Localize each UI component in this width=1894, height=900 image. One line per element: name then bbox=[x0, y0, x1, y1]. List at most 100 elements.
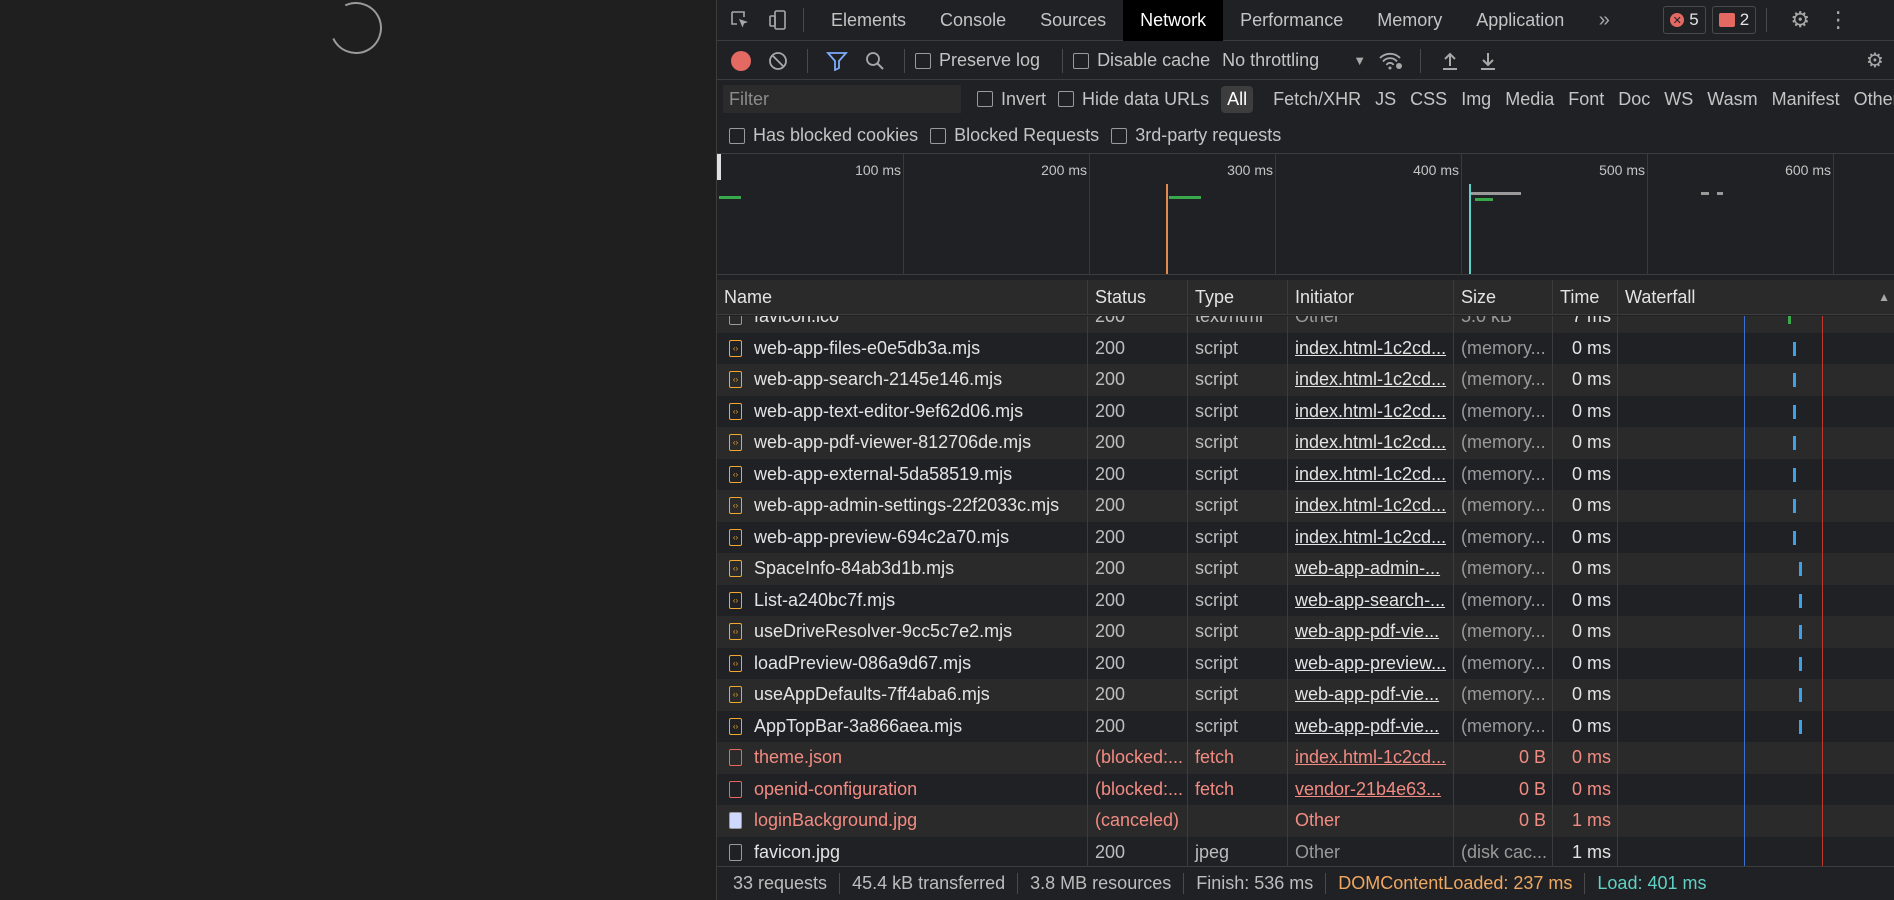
request-name-cell[interactable]: ‹› SpaceInfo-84ab3d1b.mjs bbox=[717, 553, 1088, 585]
table-row[interactable]: loginBackground.jpg (canceled) Other 0 B1 m… bbox=[717, 805, 1894, 837]
request-initiator-cell[interactable]: index.html-1c2cd... bbox=[1288, 332, 1454, 364]
request-table-body[interactable]: favicon.ico 200 text/html Other 5.0 kB 7 ms ‹›… bbox=[717, 316, 1894, 866]
filter-type-all[interactable]: All bbox=[1221, 85, 1254, 113]
request-name-cell[interactable]: favicon.ico bbox=[717, 316, 1088, 333]
tab-network[interactable]: Network bbox=[1123, 0, 1224, 41]
export-har-icon[interactable] bbox=[1475, 48, 1501, 74]
checkbox-box[interactable] bbox=[930, 127, 947, 144]
filter-type-js[interactable]: JS bbox=[1369, 86, 1402, 113]
checkbox-box[interactable] bbox=[1111, 127, 1128, 144]
table-row[interactable]: ‹› List-a240bc7f.mjs 200 script web-app-sear… bbox=[717, 584, 1894, 616]
column-header-waterfall[interactable]: Waterfall ▲ bbox=[1618, 280, 1894, 315]
column-header-status[interactable]: Status bbox=[1088, 279, 1188, 315]
blocked-requests-checkbox[interactable]: Blocked Requests bbox=[930, 125, 1099, 146]
record-button[interactable] bbox=[731, 50, 751, 71]
request-initiator-cell[interactable]: index.html-1c2cd... bbox=[1288, 395, 1454, 427]
table-row[interactable]: ‹› useAppDefaults-7ff4aba6.mjs 200 script we… bbox=[717, 679, 1894, 711]
table-row[interactable]: ‹› web-app-preview-694c2a70.mjs 200 script i… bbox=[717, 521, 1894, 553]
table-row[interactable]: ‹› web-app-pdf-viewer-812706de.mjs 200 scri… bbox=[717, 427, 1894, 459]
request-name-cell[interactable]: ‹› web-app-pdf-viewer-812706de.mjs bbox=[717, 427, 1088, 459]
column-header-name[interactable]: Name bbox=[717, 279, 1088, 315]
request-initiator-cell[interactable]: index.html-1c2cd... bbox=[1288, 364, 1454, 396]
request-name-cell[interactable]: ‹› web-app-text-editor-9ef62d06.mjs bbox=[717, 395, 1088, 427]
tab-application[interactable]: Application bbox=[1459, 0, 1581, 41]
has-blocked-cookies-checkbox[interactable]: Has blocked cookies bbox=[729, 125, 918, 146]
settings-gear-icon[interactable]: ⚙ bbox=[1785, 5, 1815, 35]
tab-sources[interactable]: Sources bbox=[1023, 0, 1123, 41]
filter-type-wasm[interactable]: Wasm bbox=[1701, 86, 1763, 113]
column-header-time[interactable]: Time bbox=[1553, 279, 1618, 315]
request-name-cell[interactable]: ‹› web-app-preview-694c2a70.mjs bbox=[717, 521, 1088, 553]
tab-performance[interactable]: Performance bbox=[1223, 0, 1360, 41]
more-options-icon[interactable]: ⋮ bbox=[1823, 5, 1853, 35]
request-name-cell[interactable]: ‹› web-app-external-5da58519.mjs bbox=[717, 458, 1088, 490]
device-toolbar-icon[interactable] bbox=[763, 5, 793, 35]
hide-data-urls-checkbox[interactable]: Hide data URLs bbox=[1058, 89, 1209, 110]
table-row[interactable]: ‹› loadPreview-086a9d67.mjs 200 script web-a… bbox=[717, 647, 1894, 679]
table-row[interactable]: ‹› web-app-search-2145e146.mjs 200 script in… bbox=[717, 364, 1894, 396]
search-icon[interactable] bbox=[862, 48, 888, 74]
table-row[interactable]: ‹› SpaceInfo-84ab3d1b.mjs 200 script web-app… bbox=[717, 553, 1894, 585]
filter-type-css[interactable]: CSS bbox=[1404, 86, 1453, 113]
table-row[interactable]: favicon.jpg 200 jpeg Other (disk cac... 1 ms bbox=[717, 836, 1894, 866]
request-name-cell[interactable]: ‹› web-app-search-2145e146.mjs bbox=[717, 364, 1088, 396]
request-name-cell[interactable]: openid-configuration bbox=[717, 773, 1088, 805]
checkbox-box[interactable] bbox=[729, 127, 745, 144]
request-name-cell[interactable]: ‹› web-app-admin-settings-22f2033c.mjs bbox=[717, 490, 1088, 522]
request-name-cell[interactable]: ‹› loadPreview-086a9d67.mjs bbox=[717, 647, 1088, 679]
tab-elements[interactable]: Elements bbox=[814, 0, 923, 41]
request-name-cell[interactable]: ‹› useAppDefaults-7ff4aba6.mjs bbox=[717, 679, 1088, 711]
request-initiator-cell[interactable]: web-app-pdf-vie... bbox=[1288, 710, 1454, 742]
table-row[interactable]: ‹› web-app-external-5da58519.mjs 200 script… bbox=[717, 458, 1894, 490]
filter-icon[interactable] bbox=[824, 48, 850, 74]
request-initiator-cell[interactable]: web-app-search-... bbox=[1288, 584, 1454, 616]
request-name-cell[interactable]: ‹› AppTopBar-3a866aea.mjs bbox=[717, 710, 1088, 742]
invert-checkbox[interactable]: Invert bbox=[977, 89, 1046, 110]
request-name-cell[interactable]: ‹› web-app-files-e0e5db3a.mjs bbox=[717, 332, 1088, 364]
table-row[interactable]: ‹› AppTopBar-3a866aea.mjs 200 script web-app… bbox=[717, 710, 1894, 742]
column-header-initiator[interactable]: Initiator bbox=[1288, 279, 1454, 315]
request-initiator-cell[interactable]: index.html-1c2cd... bbox=[1288, 427, 1454, 459]
checkbox-box[interactable] bbox=[1058, 91, 1075, 107]
request-name-cell[interactable]: ‹› List-a240bc7f.mjs bbox=[717, 584, 1088, 616]
request-initiator-cell[interactable]: web-app-preview... bbox=[1288, 647, 1454, 679]
column-header-size[interactable]: Size bbox=[1454, 279, 1553, 315]
filter-type-manifest[interactable]: Manifest bbox=[1766, 86, 1846, 113]
import-har-icon[interactable] bbox=[1437, 48, 1463, 74]
table-row[interactable]: ‹› web-app-text-editor-9ef62d06.mjs 200 scr… bbox=[717, 395, 1894, 427]
checkbox-box[interactable] bbox=[1073, 52, 1090, 69]
clear-icon[interactable] bbox=[765, 48, 791, 74]
throttling-select[interactable]: No throttling ▼ bbox=[1222, 50, 1366, 71]
filter-type-media[interactable]: Media bbox=[1499, 86, 1560, 113]
checkbox-box[interactable] bbox=[915, 52, 931, 69]
filter-type-doc[interactable]: Doc bbox=[1612, 86, 1656, 113]
request-initiator-cell[interactable]: web-app-pdf-vie... bbox=[1288, 616, 1454, 648]
request-initiator-cell[interactable]: index.html-1c2cd... bbox=[1288, 742, 1454, 774]
request-name-cell[interactable]: loginBackground.jpg bbox=[717, 805, 1088, 837]
network-conditions-icon[interactable] bbox=[1378, 48, 1404, 74]
table-row[interactable]: ‹› web-app-admin-settings-22f2033c.mjs 200… bbox=[717, 490, 1894, 522]
request-initiator-cell[interactable]: index.html-1c2cd... bbox=[1288, 521, 1454, 553]
more-tabs-icon[interactable]: » bbox=[1589, 5, 1619, 35]
filter-type-other[interactable]: Other bbox=[1848, 86, 1894, 113]
disable-cache-checkbox[interactable]: Disable cache bbox=[1073, 50, 1210, 71]
column-header-type[interactable]: Type bbox=[1188, 279, 1288, 315]
checkbox-box[interactable] bbox=[977, 91, 993, 107]
request-initiator-cell[interactable]: index.html-1c2cd... bbox=[1288, 458, 1454, 490]
filter-type-font[interactable]: Font bbox=[1562, 86, 1610, 113]
table-row[interactable]: favicon.ico 200 text/html Other 5.0 kB 7 ms bbox=[717, 316, 1894, 333]
network-overview-timeline[interactable]: 100 ms 200 ms 300 ms 400 ms 500 ms 600 m… bbox=[717, 154, 1894, 275]
error-count-badge[interactable]: ✕ 5 bbox=[1663, 6, 1706, 34]
request-name-cell[interactable]: theme.json bbox=[717, 742, 1088, 774]
issue-count-badge[interactable]: 2 bbox=[1711, 6, 1757, 34]
table-row[interactable]: theme.json (blocked:... fetch index.html-1c… bbox=[717, 742, 1894, 774]
request-initiator-cell[interactable]: web-app-pdf-vie... bbox=[1288, 679, 1454, 711]
filter-type-ws[interactable]: WS bbox=[1658, 86, 1699, 113]
table-row[interactable]: ‹› useDriveResolver-9cc5c7e2.mjs 200 script… bbox=[717, 616, 1894, 648]
filter-type-fetch-xhr[interactable]: Fetch/XHR bbox=[1267, 86, 1367, 113]
tab-console[interactable]: Console bbox=[923, 0, 1023, 41]
inspect-element-icon[interactable] bbox=[725, 5, 755, 35]
preserve-log-checkbox[interactable]: Preserve log bbox=[915, 50, 1040, 71]
third-party-requests-checkbox[interactable]: 3rd-party requests bbox=[1111, 125, 1281, 146]
overview-selection-handle[interactable] bbox=[717, 154, 721, 180]
